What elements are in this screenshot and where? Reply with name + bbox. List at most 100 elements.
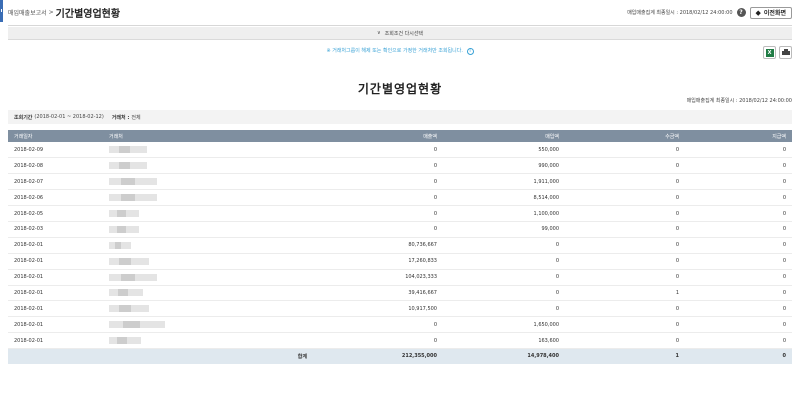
printer-icon xyxy=(781,49,790,56)
chevron-down-icon: ∨ xyxy=(376,30,381,36)
cell-purchase: 0 xyxy=(443,237,565,254)
cell-purchase: 1,100,000 xyxy=(443,205,565,222)
cell-collected: 0 xyxy=(565,237,685,254)
print-button[interactable] xyxy=(779,46,792,59)
cell-purchase: 0 xyxy=(443,285,565,302)
cell-customer xyxy=(103,237,313,254)
breadcrumb-parent[interactable]: 매입매출보고서 xyxy=(8,8,47,17)
cell-date: 2018-02-06 xyxy=(8,189,103,207)
cell-paid: 0 xyxy=(685,316,792,334)
table-row[interactable]: 2018-02-07 0 1,911,000 0 0 xyxy=(8,173,792,191)
table-row[interactable]: 2018-02-01 0 1,650,000 0 0 xyxy=(8,316,792,334)
cell-paid: 0 xyxy=(685,189,792,207)
cell-customer xyxy=(103,253,313,270)
cell-collected: 0 xyxy=(565,300,685,318)
redacted-customer-name xyxy=(109,241,131,249)
table-row[interactable]: 2018-02-03 0 99,000 0 0 xyxy=(8,221,792,238)
cell-date: 2018-02-01 xyxy=(8,269,103,286)
page-header: 매입매출보고서 > 기간별영업현황 매입매출집계 최종일시 : 2018/02/… xyxy=(8,0,792,26)
filter-toggle-label: 조회조건 다시선택 xyxy=(384,30,424,37)
cell-date: 2018-02-07 xyxy=(8,173,103,191)
back-button-label: 이전화면 xyxy=(763,10,786,17)
cell-sales: 0 xyxy=(313,205,443,222)
cell-date: 2018-02-08 xyxy=(8,157,103,175)
table-row[interactable]: 2018-02-09 0 550,000 0 0 xyxy=(8,142,792,159)
total-purchase: 14,978,400 xyxy=(443,348,565,364)
table-row[interactable]: 2018-02-05 0 1,100,000 0 0 xyxy=(8,205,792,222)
cell-purchase: 163,600 xyxy=(443,332,565,350)
cell-collected: 0 xyxy=(565,269,685,286)
cell-customer xyxy=(103,205,313,222)
table-row[interactable]: 2018-02-01 80,736,667 0 0 0 xyxy=(8,237,792,254)
cell-purchase: 0 xyxy=(443,300,565,318)
back-button[interactable]: ◆ 이전화면 xyxy=(749,6,792,19)
redacted-customer-name xyxy=(109,321,165,329)
cell-date: 2018-02-03 xyxy=(8,221,103,238)
total-sales: 212,355,000 xyxy=(313,348,443,364)
cell-paid: 0 xyxy=(685,269,792,286)
cell-sales: 10,917,500 xyxy=(313,300,443,318)
table-total-row: 합계 212,355,000 14,978,400 1 0 xyxy=(8,348,792,364)
sync-timestamp: 매입매출집계 최종일시 : 2018/02/12 24:00:00 xyxy=(627,10,733,16)
table-row[interactable]: 2018-02-01 0 163,600 0 0 xyxy=(8,332,792,350)
cell-paid: 0 xyxy=(685,205,792,222)
report-title: 기간별영업현황 xyxy=(357,82,443,96)
cell-purchase: 0 xyxy=(443,253,565,270)
cell-purchase: 8,514,000 xyxy=(443,189,565,207)
redacted-customer-name xyxy=(109,305,149,313)
info-icon[interactable]: i xyxy=(466,48,474,55)
cell-date: 2018-02-01 xyxy=(8,253,103,270)
cell-purchase: 1,650,000 xyxy=(443,316,565,334)
cell-sales: 0 xyxy=(313,316,443,334)
column-header-collected: 수금액 xyxy=(565,130,685,142)
cell-date: 2018-02-01 xyxy=(8,285,103,302)
table-row[interactable]: 2018-02-01 39,416,667 0 1 0 xyxy=(8,285,792,302)
cell-customer xyxy=(103,142,313,159)
cell-paid: 0 xyxy=(685,221,792,238)
cell-customer xyxy=(103,173,313,191)
cell-sales: 0 xyxy=(313,332,443,350)
cell-purchase: 990,000 xyxy=(443,157,565,175)
page-title: 기간별영업현황 xyxy=(55,9,121,20)
cell-date: 2018-02-01 xyxy=(8,300,103,318)
redacted-customer-name xyxy=(109,178,157,186)
cell-sales: 17,260,833 xyxy=(313,253,443,270)
redacted-customer-name xyxy=(109,273,157,281)
cell-collected: 0 xyxy=(565,332,685,350)
cell-purchase: 0 xyxy=(443,269,565,286)
total-collected: 1 xyxy=(565,348,685,364)
sales-table: 거래일자 거래처 매출액 매입액 수금액 지급액 2018-02-09 0 550,… xyxy=(8,130,792,364)
redacted-customer-name xyxy=(109,194,157,202)
excel-export-button[interactable]: X xyxy=(763,46,776,59)
column-header-customer: 거래처 xyxy=(103,130,313,142)
cell-collected: 0 xyxy=(565,205,685,222)
report-sync-timestamp: 매입매출집계 최종일시 : 2018/02/12 24:00:00 xyxy=(686,98,792,104)
side-panel-tab[interactable] xyxy=(0,0,3,22)
total-label: 합계 xyxy=(103,348,313,364)
cell-paid: 0 xyxy=(685,253,792,270)
redacted-customer-name xyxy=(109,210,139,217)
table-row[interactable]: 2018-02-01 17,260,833 0 0 0 xyxy=(8,253,792,270)
table-row[interactable]: 2018-02-01 10,917,500 0 0 0 xyxy=(8,300,792,318)
cell-collected: 0 xyxy=(565,316,685,334)
cell-date: 2018-02-05 xyxy=(8,205,103,222)
cell-paid: 0 xyxy=(685,173,792,191)
cell-customer xyxy=(103,269,313,286)
redacted-customer-name xyxy=(109,257,149,265)
redacted-customer-name xyxy=(109,146,147,154)
table-row[interactable]: 2018-02-06 0 8,514,000 0 0 xyxy=(8,189,792,207)
cell-sales: 80,736,667 xyxy=(313,237,443,254)
column-header-sales: 매출액 xyxy=(313,130,443,142)
cell-sales: 0 xyxy=(313,157,443,175)
table-row[interactable]: 2018-02-01 104,023,333 0 0 0 xyxy=(8,269,792,286)
filter-toggle-bar[interactable]: ∨ 조회조건 다시선택 xyxy=(8,27,792,40)
cell-customer xyxy=(103,285,313,302)
table-header-row: 거래일자 거래처 매출액 매입액 수금액 지급액 xyxy=(8,130,792,142)
back-arrow-icon: ◆ xyxy=(755,8,761,17)
cell-sales: 0 xyxy=(313,142,443,159)
help-icon[interactable]: ? xyxy=(736,8,746,17)
table-row[interactable]: 2018-02-08 0 990,000 0 0 xyxy=(8,157,792,175)
customer-value: 전체 xyxy=(131,114,141,121)
total-paid: 0 xyxy=(685,348,792,364)
cell-date: 2018-02-09 xyxy=(8,142,103,159)
